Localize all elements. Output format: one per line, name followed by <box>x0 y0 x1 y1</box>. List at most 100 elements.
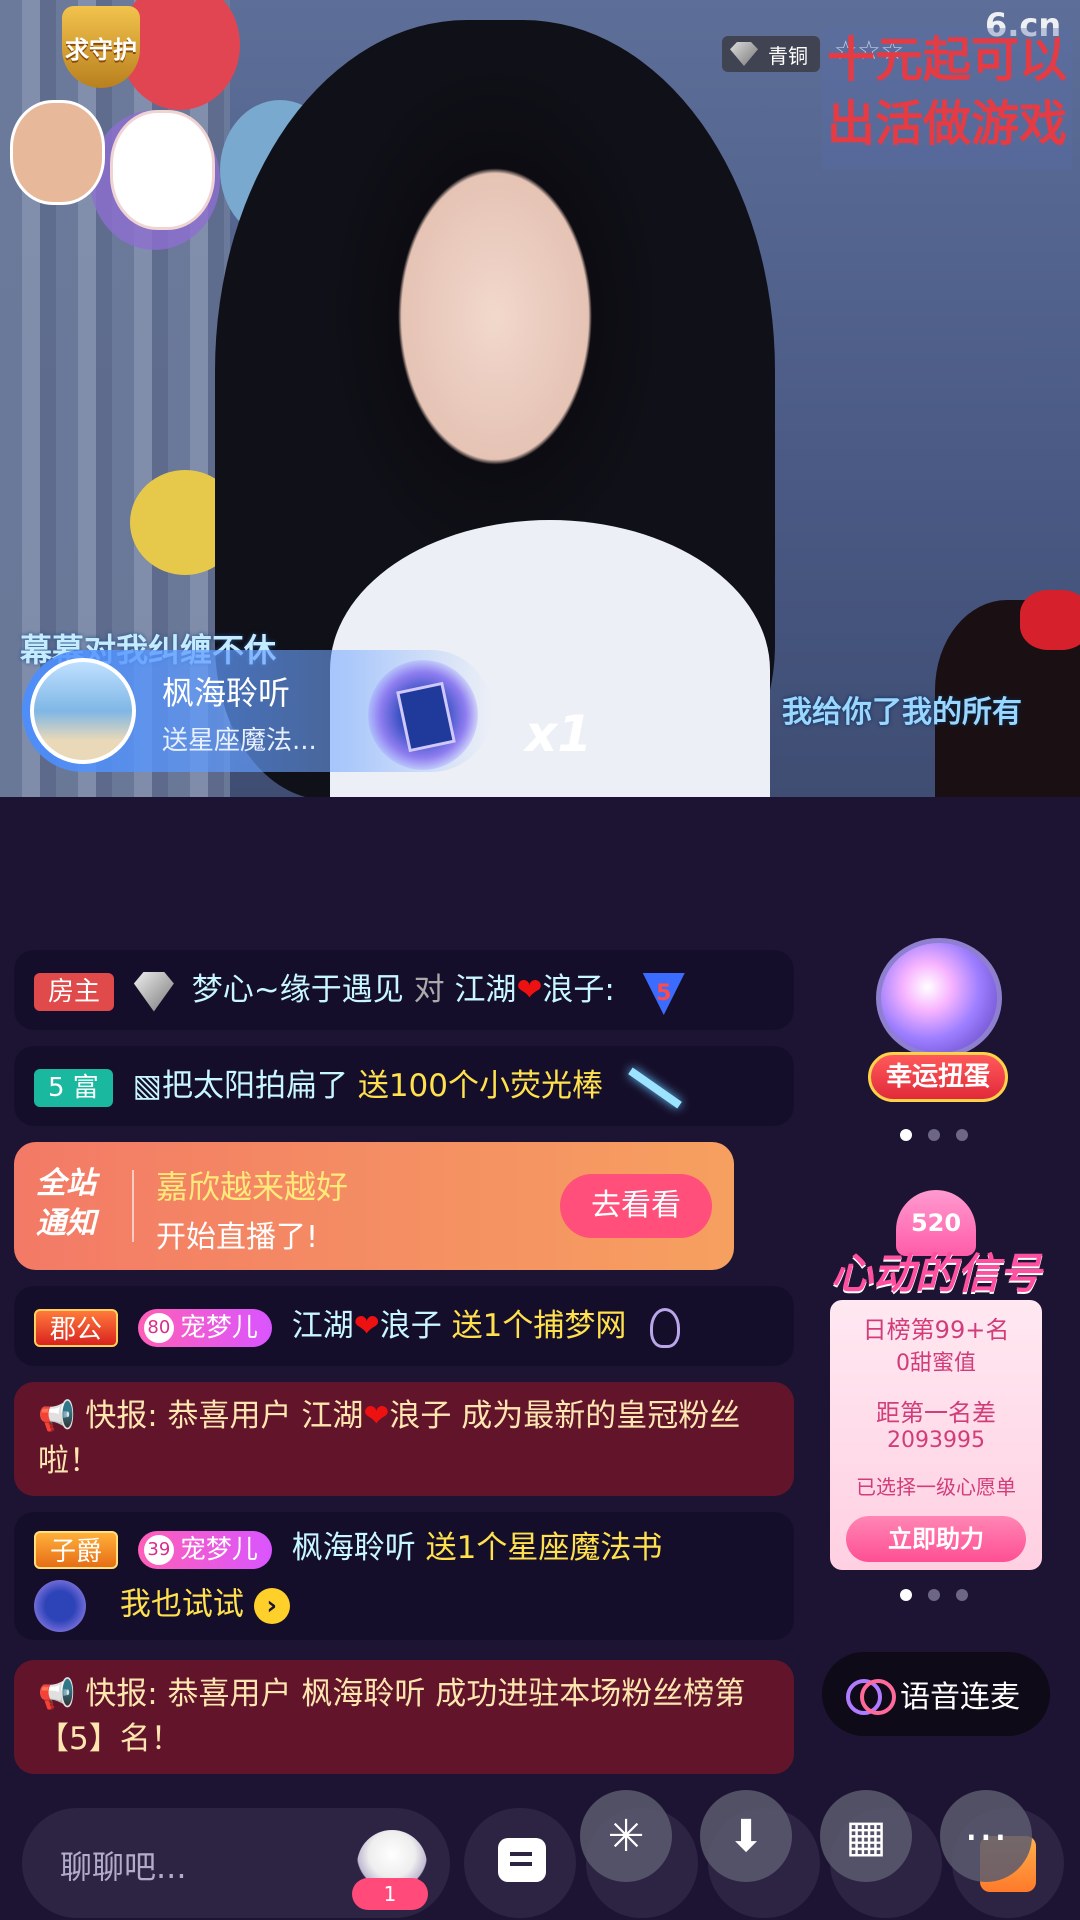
notice-label-b: 通知 <box>36 1206 96 1241</box>
link-icon <box>846 1679 896 1715</box>
lyric-right: 我给你了我的所有 <box>782 695 1022 730</box>
host-tag: 房主 <box>34 972 115 1011</box>
signal-title: 心动的信号 <box>830 1249 1041 1298</box>
username[interactable]: 江湖 <box>292 1308 354 1344</box>
heart-icon: ❤ <box>353 1308 380 1344</box>
signal-header: 520 心动的信号 <box>830 1190 1042 1300</box>
carousel-dots <box>900 1129 968 1141</box>
dot <box>900 1589 912 1601</box>
signal-sweet: 0甜蜜值 <box>896 1351 976 1376</box>
signal-gap-label: 距第一名差 <box>876 1399 996 1427</box>
chat-input[interactable]: 聊聊吧... 1 <box>22 1808 450 1918</box>
download-icon[interactable]: ⬇ <box>700 1790 792 1882</box>
voice-link-label: 语音连麦 <box>900 1680 1020 1715</box>
dot <box>928 1589 940 1601</box>
list-item[interactable]: 房主 梦心~缘于遇见 对 江湖❤浪子: 5 <box>14 950 794 1030</box>
list-item[interactable]: 子爵 39 宠梦儿 枫海聆听 送1个星座魔法书 我也试试 › <box>14 1512 794 1640</box>
gift-book-icon <box>34 1580 86 1632</box>
gift-action: 送星座魔法... <box>162 726 317 756</box>
flash-news: 📢 快报: 恭喜用户 江湖❤浪子 成为最新的皇冠粉丝啦！ <box>14 1382 794 1496</box>
dot <box>956 1129 968 1141</box>
capsule-ball-icon <box>876 938 1002 1058</box>
gift-text: 送1个捕梦网 <box>451 1308 627 1344</box>
fan-level: 39 <box>143 1535 174 1565</box>
signal-rank: 日榜第99+名 <box>862 1316 1010 1344</box>
guardian-badge[interactable]: 求守护 <box>62 6 140 88</box>
dot <box>900 1129 912 1141</box>
heart-icon: ❤ <box>363 1398 390 1434</box>
list-item[interactable]: 5 富 ▧把太阳拍扁了 送100个小荧光棒 <box>14 1046 794 1126</box>
notice-streamer: 嘉欣越来越好 <box>156 1168 349 1206</box>
to-word: 对 <box>413 972 445 1008</box>
try-it-link[interactable]: 我也试试 <box>120 1587 244 1623</box>
chat-icon <box>498 1838 546 1882</box>
gift-text: 送1个星座魔法书 <box>425 1530 663 1566</box>
bottom-bar: 聊聊吧... 1 ✳ ⬇ ▦ ⋯ <box>0 1790 1080 1920</box>
voice-link-button[interactable]: 语音连麦 <box>822 1652 1050 1736</box>
try-row: 我也试试 › <box>34 1580 774 1632</box>
gift-multiplier: x1 <box>525 705 593 763</box>
gift-book-icon <box>368 660 478 770</box>
sparkle-icon[interactable]: ✳ <box>580 1790 672 1882</box>
fan-level: 80 <box>143 1313 174 1343</box>
boost-button[interactable]: 立即助力 <box>846 1516 1026 1562</box>
signal-badge: 520 <box>910 1209 962 1237</box>
carousel-dots <box>900 1589 968 1601</box>
fan-club-name: 宠梦儿 <box>179 1534 258 1565</box>
flash-text: 快报: 恭喜用户 枫海聆听 成功进驻本场粉丝榜第【5】名！ <box>38 1676 746 1757</box>
glowstick-icon <box>627 1067 682 1108</box>
live-video[interactable]: 求守护 青铜 ☆☆☆ 6.cn 十元起可以出活做游戏 幕幕对我纠缠不休 我给你了… <box>0 0 1080 797</box>
more-icon[interactable]: ⋯ <box>940 1790 1032 1882</box>
noble-tag: 郡公 <box>34 1308 119 1347</box>
username-suffix: 浪子: <box>542 972 615 1008</box>
megaphone-icon: 📢 <box>38 1399 76 1434</box>
fan-badge: 80 宠梦儿 <box>137 1308 272 1347</box>
notice-label: 全站 通知 <box>36 1164 96 1244</box>
lucky-capsule-button[interactable]: 幸运扭蛋 <box>868 930 1008 1110</box>
overlay-text: 十元起可以出活做游戏 <box>822 28 1072 170</box>
heart-icon: ❤ <box>516 972 543 1008</box>
heart-signal-card[interactable]: 520 心动的信号 日榜第99+名 0甜蜜值 距第一名差 2093995 已选择… <box>830 1190 1042 1570</box>
username[interactable]: 江湖 <box>454 972 516 1008</box>
list-item[interactable]: 郡公 80 宠梦儿 江湖❤浪子 送1个捕梦网 <box>14 1286 794 1366</box>
capsule-label: 幸运扭蛋 <box>868 1052 1008 1102</box>
doll-bow <box>1020 590 1080 650</box>
username[interactable]: ▧把太阳拍扁了 <box>133 1068 348 1104</box>
dreamcatcher-icon <box>650 1307 681 1348</box>
dot <box>928 1129 940 1141</box>
wealth-tag: 5 富 <box>34 1068 113 1107</box>
avatar[interactable] <box>30 658 136 764</box>
gift-text: 送100个小荧光棒 <box>357 1068 603 1104</box>
dot <box>956 1589 968 1601</box>
rank-gem-icon <box>730 42 758 66</box>
noble-tag: 子爵 <box>34 1530 119 1569</box>
level-badge: 5 <box>642 973 685 1015</box>
site-notice[interactable]: 全站通知 嘉欣越来越好 开始直播了! 去看看 <box>14 1142 734 1270</box>
chat-placeholder: 聊聊吧... <box>60 1848 187 1886</box>
divider <box>132 1170 134 1242</box>
username-suffix: 浪子 <box>379 1308 442 1344</box>
megaphone-icon: 📢 <box>38 1677 76 1712</box>
guardian-label: 求守护 <box>65 35 137 64</box>
signal-wish: 已选择一级心愿单 <box>856 1475 1016 1499</box>
fan-badge: 39 宠梦儿 <box>137 1530 272 1569</box>
chevron-right-icon[interactable]: › <box>253 1588 290 1624</box>
rank-gem-icon <box>133 971 174 1012</box>
signal-body: 日榜第99+名 0甜蜜值 距第一名差 2093995 已选择一级心愿单 立即助力 <box>830 1300 1042 1570</box>
username[interactable]: 梦心~缘于遇见 <box>192 972 404 1008</box>
notice-label-a: 全站 <box>36 1166 96 1201</box>
bear-sticker <box>10 100 105 205</box>
signal-gap-value: 2093995 <box>887 1428 985 1453</box>
username[interactable]: 枫海聆听 <box>292 1530 416 1566</box>
notice-message: 开始直播了! <box>156 1220 319 1255</box>
bunny-sticker <box>110 110 215 230</box>
count-badge: 1 <box>352 1878 428 1910</box>
rank-badge[interactable]: 青铜 <box>722 36 820 72</box>
rank-label: 青铜 <box>768 43 808 68</box>
flash-news: 📢 快报: 恭喜用户 枫海聆听 成功进驻本场粉丝榜第【5】名！ <box>14 1660 794 1774</box>
message-button[interactable] <box>464 1808 576 1918</box>
flash-text: 快报: 恭喜用户 江湖 <box>85 1398 364 1434</box>
fan-club-name: 宠梦儿 <box>179 1312 258 1343</box>
grid-icon[interactable]: ▦ <box>820 1790 912 1882</box>
go-watch-button[interactable]: 去看看 <box>560 1174 712 1238</box>
